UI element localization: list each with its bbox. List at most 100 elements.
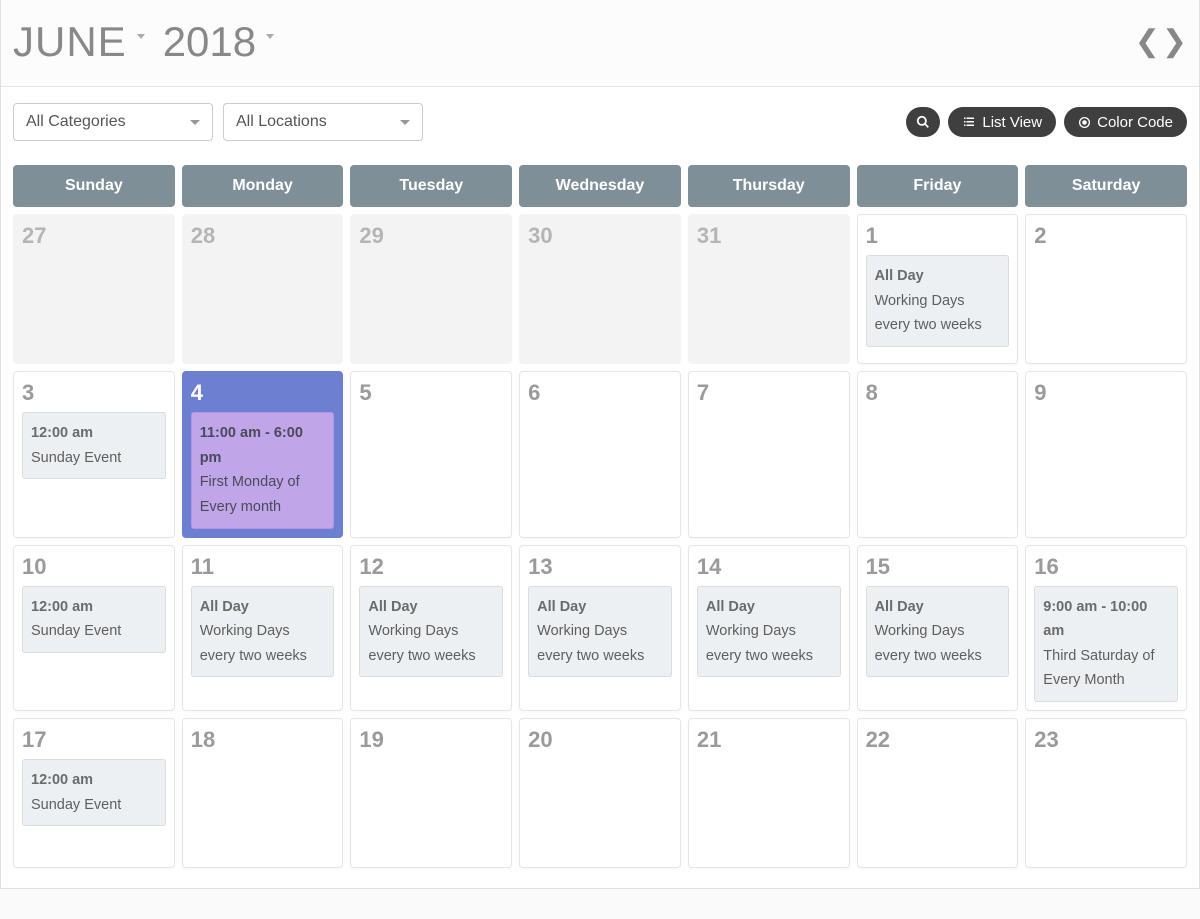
calendar-grid: SundayMondayTuesdayWednesdayThursdayFrid… bbox=[13, 165, 1187, 868]
event-time: All Day bbox=[875, 595, 1001, 620]
event-time: 9:00 am - 10:00 am bbox=[1043, 595, 1169, 644]
calendar-event[interactable]: All DayWorking Days every two weeks bbox=[359, 586, 503, 678]
month-nav: ❮ ❯ bbox=[1135, 27, 1187, 57]
weekday-header: Friday bbox=[857, 165, 1019, 207]
day-cell[interactable]: 10 12:00 amSunday Event bbox=[13, 545, 175, 712]
calendar-event[interactable]: All DayWorking Days every two weeks bbox=[866, 586, 1010, 678]
event-time: 12:00 am bbox=[31, 595, 157, 620]
year-selector[interactable]: 2018 bbox=[145, 18, 274, 66]
day-cell[interactable]: 29 bbox=[350, 214, 512, 364]
list-view-label: List View bbox=[982, 114, 1042, 131]
weekday-header: Wednesday bbox=[519, 165, 681, 207]
day-cell[interactable]: 6 bbox=[519, 371, 681, 538]
day-cell[interactable]: 4 11:00 am - 6:00 pmFirst Monday of Every… bbox=[182, 371, 344, 538]
event-title: Working Days every two weeks bbox=[875, 619, 1001, 668]
day-number: 10 bbox=[22, 554, 166, 580]
calendar-event[interactable]: 9:00 am - 10:00 amThird Saturday of Ever… bbox=[1034, 586, 1178, 703]
day-number: 14 bbox=[697, 554, 841, 580]
day-cell[interactable]: 17 12:00 amSunday Event bbox=[13, 718, 175, 868]
day-number: 17 bbox=[22, 727, 166, 753]
calendar-event[interactable]: 12:00 amSunday Event bbox=[22, 412, 166, 479]
day-number: 8 bbox=[866, 380, 1010, 406]
calendar-event[interactable]: All DayWorking Days every two weeks bbox=[697, 586, 841, 678]
day-cell[interactable]: 11 All DayWorking Days every two weeks bbox=[182, 545, 344, 712]
month-selector[interactable]: JUNE bbox=[13, 18, 145, 66]
day-cell[interactable]: 13 All DayWorking Days every two weeks bbox=[519, 545, 681, 712]
event-title: Third Saturday of Every Month bbox=[1043, 644, 1169, 693]
day-number: 5 bbox=[359, 380, 503, 406]
day-number: 18 bbox=[191, 727, 335, 753]
color-code-button[interactable]: Color Code bbox=[1064, 107, 1187, 137]
day-cell[interactable]: 12All DayWorking Days every two weeks bbox=[350, 545, 512, 712]
day-cell[interactable]: 2 bbox=[1025, 214, 1187, 364]
day-cell[interactable]: 18 bbox=[182, 718, 344, 868]
year-label: 2018 bbox=[163, 18, 256, 66]
calendar-event[interactable]: 12:00 amSunday Event bbox=[22, 759, 166, 826]
day-cell[interactable]: 21 bbox=[688, 718, 850, 868]
locations-label: All Locations bbox=[236, 113, 327, 131]
event-time: 12:00 am bbox=[31, 421, 157, 446]
next-month-button[interactable]: ❯ bbox=[1162, 27, 1187, 57]
categories-select[interactable]: All Categories bbox=[13, 103, 213, 141]
weekday-header: Monday bbox=[182, 165, 344, 207]
calendar-event[interactable]: All DayWorking Days every two weeks bbox=[191, 586, 335, 678]
event-time: 12:00 am bbox=[31, 768, 157, 793]
day-number: 2 bbox=[1034, 223, 1178, 249]
caret-down-icon bbox=[266, 34, 274, 39]
day-number: 16 bbox=[1034, 554, 1178, 580]
calendar-app: JUNE 2018 ❮ ❯ All Categories All Locatio… bbox=[0, 0, 1200, 889]
weekday-header: Saturday bbox=[1025, 165, 1187, 207]
day-cell[interactable]: 23 bbox=[1025, 718, 1187, 868]
event-title: Working Days every two weeks bbox=[706, 619, 832, 668]
day-cell[interactable]: 30 bbox=[519, 214, 681, 364]
day-number: 4 bbox=[191, 380, 335, 406]
calendar-event[interactable]: All DayWorking Days every two weeks bbox=[528, 586, 672, 678]
calendar-event[interactable]: 12:00 amSunday Event bbox=[22, 586, 166, 653]
day-cell[interactable]: 312:00 amSunday Event bbox=[13, 371, 175, 538]
day-cell[interactable]: 5 bbox=[350, 371, 512, 538]
day-cell[interactable]: 8 bbox=[857, 371, 1019, 538]
day-number: 13 bbox=[528, 554, 672, 580]
prev-month-button[interactable]: ❮ bbox=[1135, 27, 1160, 57]
list-icon bbox=[962, 116, 976, 128]
day-cell[interactable]: 28 bbox=[182, 214, 344, 364]
weekday-header: Thursday bbox=[688, 165, 850, 207]
day-number: 19 bbox=[359, 727, 503, 753]
weekday-header: Sunday bbox=[13, 165, 175, 207]
caret-down-icon bbox=[400, 120, 410, 125]
day-number: 21 bbox=[697, 727, 841, 753]
day-number: 11 bbox=[191, 554, 335, 580]
calendar-event[interactable]: 11:00 am - 6:00 pmFirst Monday of Every … bbox=[191, 412, 335, 529]
weekday-header: Tuesday bbox=[350, 165, 512, 207]
day-cell[interactable]: 14 All DayWorking Days every two weeks bbox=[688, 545, 850, 712]
day-cell[interactable]: 1All DayWorking Days every two weeks bbox=[857, 214, 1019, 364]
day-number: 9 bbox=[1034, 380, 1178, 406]
day-number: 15 bbox=[866, 554, 1010, 580]
day-cell[interactable]: 7 bbox=[688, 371, 850, 538]
day-cell[interactable]: 31 bbox=[688, 214, 850, 364]
event-time: All Day bbox=[875, 264, 1001, 289]
day-cell[interactable]: 27 bbox=[13, 214, 175, 364]
day-cell[interactable]: 20 bbox=[519, 718, 681, 868]
locations-select[interactable]: All Locations bbox=[223, 103, 423, 141]
search-icon bbox=[916, 115, 930, 129]
event-time: All Day bbox=[706, 595, 832, 620]
month-label: JUNE bbox=[13, 18, 127, 66]
day-cell[interactable]: 9 bbox=[1025, 371, 1187, 538]
day-cell[interactable]: 15 All DayWorking Days every two weeks bbox=[857, 545, 1019, 712]
list-view-button[interactable]: List View bbox=[948, 107, 1056, 137]
categories-label: All Categories bbox=[26, 113, 126, 131]
day-cell[interactable]: 22 bbox=[857, 718, 1019, 868]
calendar-toolbar: All Categories All Locations List View bbox=[13, 87, 1187, 165]
day-cell[interactable]: 19 bbox=[350, 718, 512, 868]
event-title: Working Days every two weeks bbox=[537, 619, 663, 668]
day-cell[interactable]: 16 9:00 am - 10:00 amThird Saturday of Ev… bbox=[1025, 545, 1187, 712]
calendar-event[interactable]: All DayWorking Days every two weeks bbox=[866, 255, 1010, 347]
day-number: 20 bbox=[528, 727, 672, 753]
event-title: Sunday Event bbox=[31, 793, 157, 818]
caret-down-icon bbox=[137, 34, 145, 39]
event-title: Working Days every two weeks bbox=[368, 619, 494, 668]
event-title: Sunday Event bbox=[31, 446, 157, 471]
day-number: 29 bbox=[359, 223, 503, 249]
search-button[interactable] bbox=[906, 107, 940, 137]
